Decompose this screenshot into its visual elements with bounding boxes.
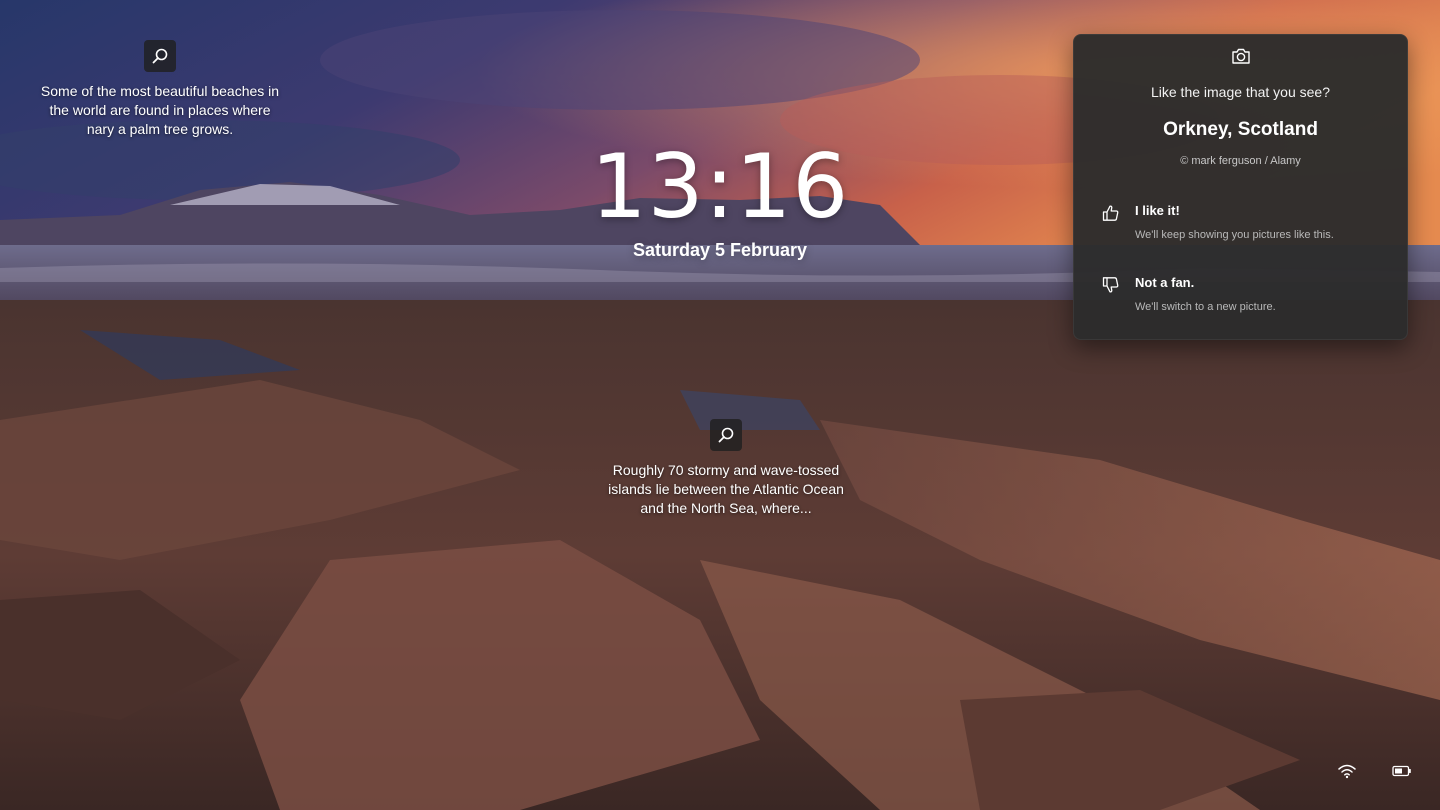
- hotspot-search-button[interactable]: [710, 419, 742, 451]
- dislike-option-title: Not a fan.: [1135, 275, 1195, 290]
- thumbs-down-icon: [1102, 277, 1119, 293]
- camera-icon: [1232, 48, 1250, 64]
- clock-date: Saturday 5 February: [632, 240, 808, 260]
- hotspot-text: Roughly 70 stormy and wave-tossed island…: [608, 462, 844, 516]
- like-image-option[interactable]: I like it! We'll keep showing you pictur…: [1074, 195, 1407, 251]
- image-credit: © mark ferguson / Alamy: [1180, 155, 1301, 167]
- dislike-option-description: We'll switch to a new picture.: [1135, 301, 1276, 313]
- lock-clock: 13:16 Saturday 5 February: [520, 138, 920, 261]
- spotlight-hotspot: Roughly 70 stormy and wave-tossed island…: [604, 419, 848, 518]
- spotlight-hotspot: Some of the most beautiful beaches in th…: [38, 40, 282, 139]
- wifi-icon[interactable]: [1337, 763, 1357, 779]
- like-option-description: We'll keep showing you pictures like thi…: [1135, 229, 1334, 241]
- search-icon: [718, 427, 734, 443]
- spotlight-feedback-panel: Like the image that you see? Orkney, Sco…: [1073, 34, 1408, 340]
- battery-icon[interactable]: [1392, 763, 1412, 779]
- image-location: Orkney, Scotland: [1163, 119, 1318, 140]
- hotspot-text: Some of the most beautiful beaches in th…: [40, 83, 280, 137]
- thumbs-up-icon: [1102, 205, 1119, 221]
- like-option-title: I like it!: [1135, 203, 1180, 218]
- lock-screen: Some of the most beautiful beaches in th…: [0, 0, 1440, 810]
- clock-time: 13:16: [590, 135, 850, 238]
- panel-question: Like the image that you see?: [1150, 84, 1330, 100]
- dislike-image-option[interactable]: Not a fan. We'll switch to a new picture…: [1074, 267, 1407, 323]
- search-icon: [152, 48, 168, 64]
- hotspot-search-button[interactable]: [144, 40, 176, 72]
